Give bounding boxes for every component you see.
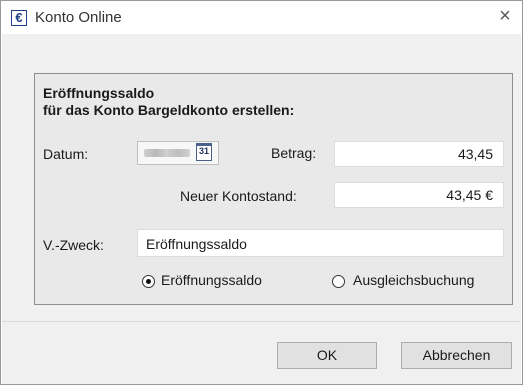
zweck-label: V.-Zweck: <box>43 237 104 253</box>
calendar-icon[interactable]: 31 <box>196 143 212 161</box>
datum-label: Datum: <box>43 146 89 162</box>
cancel-button[interactable]: Abbrechen <box>401 342 512 369</box>
kontostand-label: Neuer Kontostand: <box>180 188 297 204</box>
zweck-field[interactable]: Eröffnungssaldo <box>137 229 504 257</box>
radio-ausgleichsbuchung[interactable] <box>332 275 345 288</box>
footer-divider <box>2 321 521 322</box>
betrag-label: Betrag: <box>271 145 317 161</box>
kontostand-field: 43,45 € <box>334 182 504 208</box>
radio-ausgleichsbuchung-label[interactable]: Ausgleichsbuchung <box>353 272 474 288</box>
close-button[interactable]: × <box>488 1 522 33</box>
group-heading-line2: für das Konto Bargeldkonto erstellen: <box>43 102 295 118</box>
radio-eroeffnungssaldo[interactable] <box>142 275 155 288</box>
title-bar: € Konto Online × <box>1 1 522 33</box>
date-picker[interactable]: 31 <box>137 141 219 165</box>
dialog-body: Eröffnungssaldo für das Konto Bargeldkon… <box>2 34 521 384</box>
opening-balance-group: Eröffnungssaldo für das Konto Bargeldkon… <box>34 73 513 305</box>
ok-button[interactable]: OK <box>277 342 377 369</box>
betrag-field[interactable]: 43,45 <box>334 141 504 167</box>
group-heading-line1: Eröffnungssaldo <box>43 85 155 101</box>
radio-eroeffnungssaldo-label[interactable]: Eröffnungssaldo <box>161 272 262 288</box>
euro-icon: € <box>11 10 27 26</box>
date-value-redacted <box>144 149 190 157</box>
window-title: Konto Online <box>35 9 122 26</box>
dialog-window: € Konto Online × Eröffnungssaldo für das… <box>0 0 523 385</box>
